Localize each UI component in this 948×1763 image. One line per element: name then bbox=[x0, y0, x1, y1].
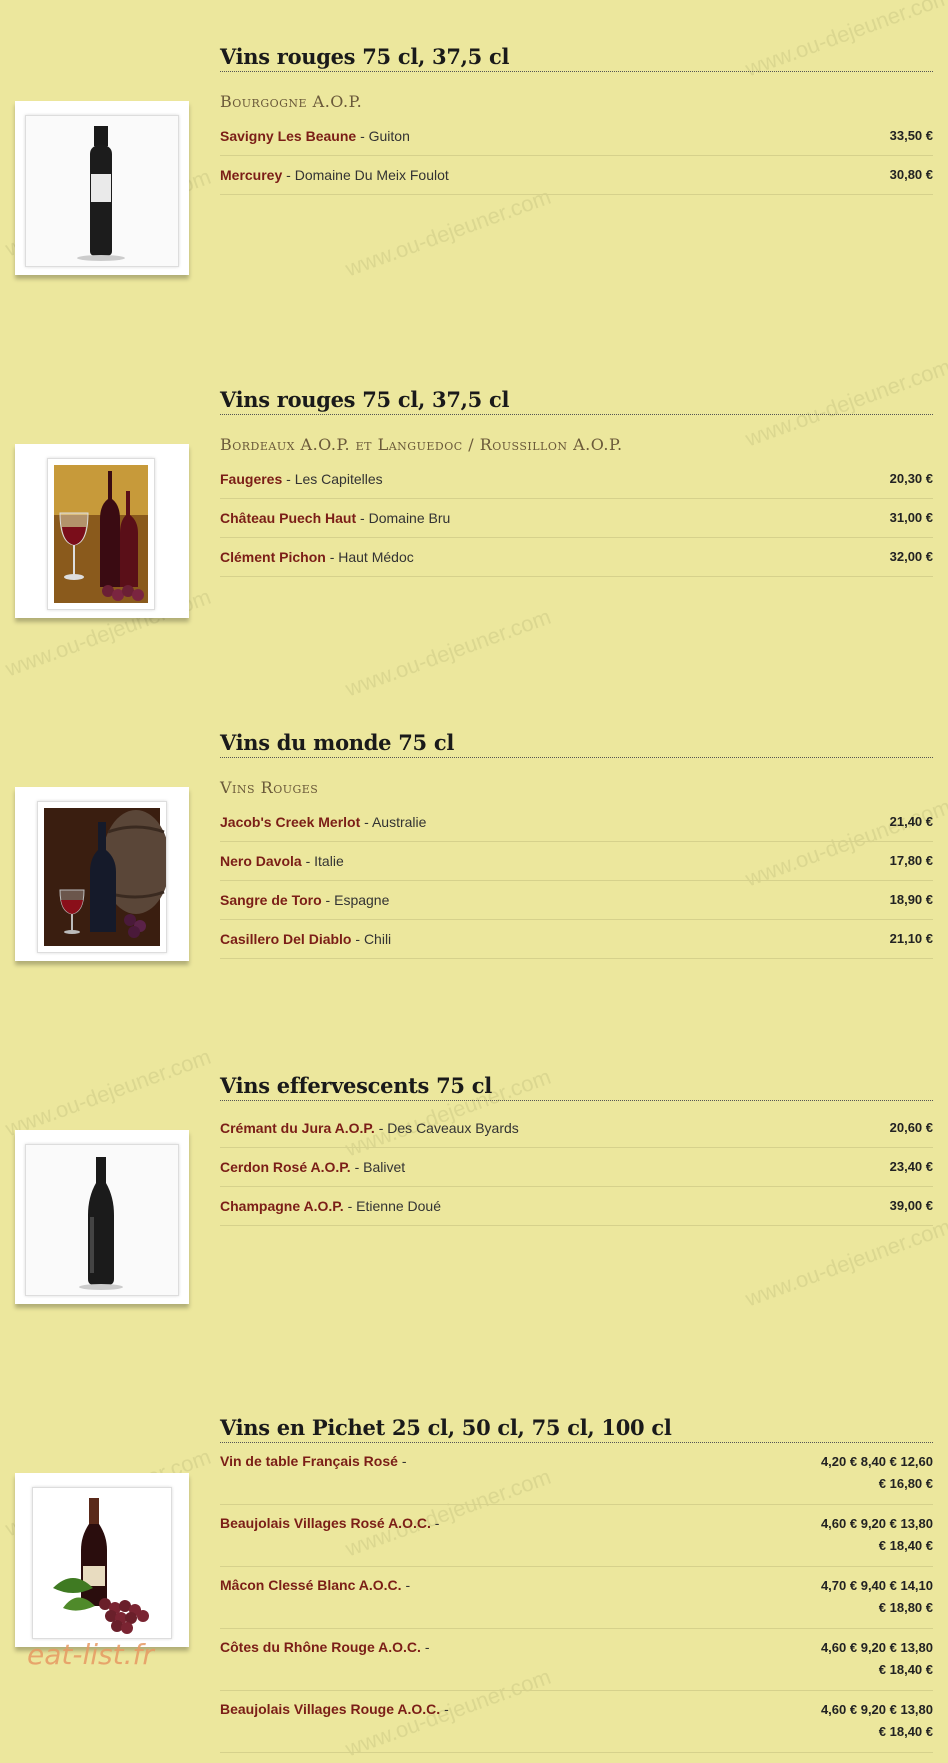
wine-item: Vin de table Français Rosé - 4,20 € 8,40… bbox=[220, 1443, 933, 1505]
price-line: € 18,40 € bbox=[878, 1662, 933, 1677]
section-title: Vins du monde 75 cl bbox=[220, 730, 933, 758]
wine-origin: Espagne bbox=[334, 892, 390, 908]
price-line: 4,60 € 9,20 € 13,80 bbox=[820, 1640, 933, 1655]
wine-name: Beaujolais Villages Rouge A.O.C. bbox=[220, 1701, 441, 1717]
section-title: Vins rouges 75 cl, 37,5 cl bbox=[220, 44, 933, 72]
wine-item: Casillero Del Diablo - Chili 21,10 € bbox=[220, 920, 933, 959]
wine-item: Beaujolais Villages Rouge A.O.C. - 4,60 … bbox=[220, 1691, 933, 1753]
wine-producer: Des Caveaux Byards bbox=[387, 1120, 519, 1136]
wine-price: 21,10 € bbox=[889, 931, 933, 946]
watermark-text: www.ou-dejeuner.com bbox=[342, 603, 555, 702]
wine-price: 20,60 € bbox=[889, 1120, 933, 1135]
price-line: € 18,40 € bbox=[878, 1724, 933, 1739]
wine-item: Savigny Les Beaune - Guiton 33,50 € bbox=[220, 117, 933, 156]
watermark-text: www.ou-dejeuner.com bbox=[2, 1043, 215, 1142]
wine-prices: 4,60 € 9,20 € 13,80 € 18,40 € bbox=[793, 1513, 933, 1557]
wine-item: Côtes du Rhône Rouge A.O.C. - 4,60 € 9,2… bbox=[220, 1629, 933, 1691]
wine-name: Savigny Les Beaune bbox=[220, 128, 357, 144]
wine-name: Mercurey bbox=[220, 167, 283, 183]
wine-item: Nero Davola - Italie 17,80 € bbox=[220, 842, 933, 881]
section-subtitle: Bourgogne A.O.P. bbox=[220, 92, 363, 111]
wine-producer: Domaine Du Meix Foulot bbox=[294, 167, 449, 183]
section-thumbnail bbox=[15, 1130, 189, 1304]
wine-item: Cerdon Rosé A.O.P. - Balivet 23,40 € bbox=[220, 1148, 933, 1187]
wine-origin: Australie bbox=[371, 814, 427, 830]
section-title: Vins rouges 75 cl, 37,5 cl bbox=[220, 387, 933, 415]
wine-name: Crémant du Jura A.O.P. bbox=[220, 1120, 375, 1136]
wine-producer: Guiton bbox=[368, 128, 410, 144]
wine-item: Crémant du Jura A.O.P. - Des Caveaux Bya… bbox=[220, 1109, 933, 1148]
wine-prices: 4,60 € 9,20 € 13,80 € 18,40 € bbox=[793, 1699, 933, 1743]
wine-item: Beaujolais Villages Rosé A.O.C. - 4,60 €… bbox=[220, 1505, 933, 1567]
wine-glass-and-bottles-icon bbox=[48, 459, 154, 609]
wine-prices: 4,20 € 8,40 € 12,60 € 16,80 € bbox=[793, 1451, 933, 1495]
eat-list-logo: eat-list.fr bbox=[27, 1638, 154, 1671]
wine-name: Château Puech Haut bbox=[220, 510, 357, 526]
wine-barrel-and-bottle-icon bbox=[38, 802, 166, 952]
wine-name: Beaujolais Villages Rosé A.O.C. bbox=[220, 1515, 431, 1531]
wine-name: Côtes du Rhône Rouge A.O.C. bbox=[220, 1639, 421, 1655]
wine-item: Château Puech Haut - Domaine Bru 31,00 € bbox=[220, 499, 933, 538]
wine-item: Sangre de Toro - Espagne 18,90 € bbox=[220, 881, 933, 920]
wine-name: Clément Pichon bbox=[220, 549, 326, 565]
price-line: € 18,40 € bbox=[878, 1538, 933, 1553]
price-line: 4,70 € 9,40 € 14,10 bbox=[820, 1578, 933, 1593]
price-line: 4,60 € 9,20 € 13,80 bbox=[820, 1516, 933, 1531]
section-thumbnail bbox=[15, 101, 189, 275]
wine-prices: 4,60 € 9,20 € 13,80 € 18,40 € bbox=[793, 1637, 933, 1681]
bottle-with-grapes-icon bbox=[33, 1488, 171, 1638]
wine-price: 31,00 € bbox=[889, 510, 933, 525]
section-subtitle: Vins Rouges bbox=[220, 778, 319, 797]
wine-producer: Haut Médoc bbox=[338, 549, 414, 565]
wine-item: Mâcon Clessé Blanc A.O.C. - 4,70 € 9,40 … bbox=[220, 1567, 933, 1629]
section-title: Vins effervescents 75 cl bbox=[220, 1073, 933, 1101]
section-thumbnail bbox=[15, 787, 189, 961]
wine-prices: 4,70 € 9,40 € 14,10 € 18,80 € bbox=[793, 1575, 933, 1619]
wine-price: 17,80 € bbox=[889, 853, 933, 868]
wine-name: Sangre de Toro bbox=[220, 892, 322, 908]
wine-producer: Balivet bbox=[363, 1159, 406, 1175]
wine-price: 20,30 € bbox=[889, 471, 933, 486]
wine-producer: Les Capitelles bbox=[294, 471, 383, 487]
wine-name: Casillero Del Diablo bbox=[220, 931, 352, 947]
wine-price: 18,90 € bbox=[889, 892, 933, 907]
wine-origin: Italie bbox=[314, 853, 344, 869]
price-line: € 18,80 € bbox=[878, 1600, 933, 1615]
section-title: Vins en Pichet 25 cl, 50 cl, 75 cl, 100 … bbox=[220, 1415, 933, 1443]
wine-item: Faugeres - Les Capitelles 20,30 € bbox=[220, 460, 933, 499]
wine-price: 39,00 € bbox=[889, 1198, 933, 1213]
dark-bottle-icon bbox=[26, 1145, 178, 1295]
wine-name: Jacob's Creek Merlot bbox=[220, 814, 361, 830]
price-line: 4,60 € 9,20 € 13,80 bbox=[820, 1702, 933, 1717]
wine-price: 30,80 € bbox=[889, 167, 933, 182]
price-line: 4,20 € 8,40 € 12,60 bbox=[820, 1454, 933, 1469]
wine-item: Jacob's Creek Merlot - Australie 21,40 € bbox=[220, 803, 933, 842]
wine-item: Mercurey - Domaine Du Meix Foulot 30,80 … bbox=[220, 156, 933, 195]
wine-name: Nero Davola bbox=[220, 853, 302, 869]
wine-name: Mâcon Clessé Blanc A.O.C. bbox=[220, 1577, 402, 1593]
wine-name: Faugeres bbox=[220, 471, 283, 487]
wine-producer: Domaine Bru bbox=[368, 510, 451, 526]
wine-producer: Etienne Doué bbox=[356, 1198, 441, 1214]
section-thumbnail bbox=[15, 1473, 189, 1647]
wine-price: 23,40 € bbox=[889, 1159, 933, 1174]
wine-price: 21,40 € bbox=[889, 814, 933, 829]
wine-origin: Chili bbox=[363, 931, 392, 947]
wine-item: Clément Pichon - Haut Médoc 32,00 € bbox=[220, 538, 933, 577]
watermark-text: www.ou-dejeuner.com bbox=[342, 183, 555, 282]
wine-name: Cerdon Rosé A.O.P. bbox=[220, 1159, 351, 1175]
watermark-text: www.ou-dejeuner.com bbox=[742, 1213, 948, 1312]
wine-name: Vin de table Français Rosé bbox=[220, 1453, 398, 1469]
wine-name: Champagne A.O.P. bbox=[220, 1198, 344, 1214]
red-wine-bottle-icon bbox=[26, 116, 178, 266]
wine-item: Champagne A.O.P. - Etienne Doué 39,00 € bbox=[220, 1187, 933, 1226]
wine-price: 33,50 € bbox=[889, 128, 933, 143]
price-line: € 16,80 € bbox=[878, 1476, 933, 1491]
section-thumbnail bbox=[15, 444, 189, 618]
wine-price: 32,00 € bbox=[889, 549, 933, 564]
section-subtitle: Bordeaux A.O.P. et Languedoc / Roussillo… bbox=[220, 435, 623, 454]
